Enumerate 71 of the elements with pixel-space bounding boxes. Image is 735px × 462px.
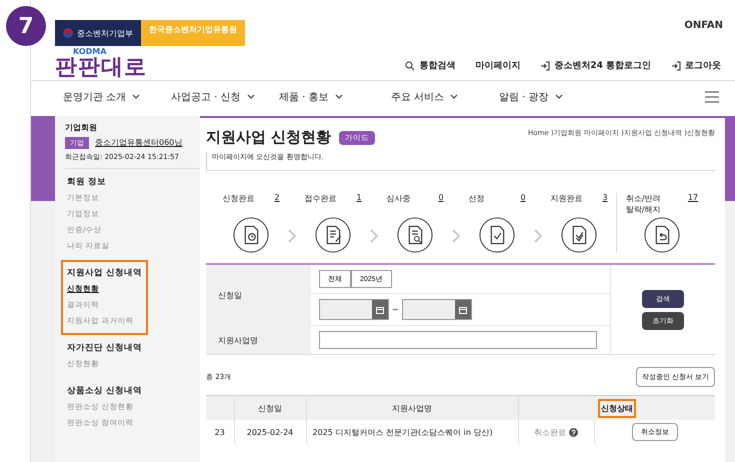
table-cell: 23 <box>206 420 234 444</box>
document-icon <box>315 217 351 253</box>
table-cell: 2025-02-24 <box>234 420 306 444</box>
nav-menu-item[interactable]: 알림 · 광장 <box>499 90 549 104</box>
header-link[interactable]: 마이페이지 <box>475 59 520 72</box>
header-link[interactable]: 로그아웃 <box>685 59 721 72</box>
step-label: 심사중 <box>386 193 412 204</box>
step-count-link[interactable]: 0 <box>520 193 526 202</box>
login-icon <box>671 60 681 70</box>
step-label: 탈락/해지 <box>626 204 662 215</box>
nav-menu-item[interactable]: 사업공고 · 신청 <box>171 90 241 104</box>
date-field[interactable] <box>319 299 389 320</box>
document-icon <box>644 217 680 253</box>
step-label: 신청완료 <box>222 193 256 204</box>
step-label: 접수완료 <box>304 193 338 204</box>
chevron-down-icon <box>246 94 255 100</box>
chevron-right-icon <box>534 229 542 243</box>
filter-label: 신청일 <box>218 290 242 301</box>
document-icon <box>561 217 597 253</box>
help-icon[interactable] <box>569 428 578 436</box>
document-icon <box>397 217 433 253</box>
chevron-right-icon <box>288 229 296 243</box>
table-cell: 2025 디지털커머스 전문기관(소담스퀘어 in 당산) <box>306 420 518 444</box>
member-name-link[interactable]: 중소기업유통센터060님 <box>95 137 191 148</box>
sidebar-section-title: 회원 정보 <box>67 176 107 188</box>
logo-subtitle: KODMA <box>73 47 108 56</box>
chevron-down-icon <box>554 94 563 100</box>
status-text: 취소완료 <box>534 426 566 438</box>
step-count-link[interactable]: 2 <box>274 193 280 202</box>
chevron-down-icon <box>450 94 458 100</box>
date-field[interactable] <box>402 299 472 320</box>
range-separator: ~ <box>392 305 399 314</box>
step-label: 취소/반려 <box>626 193 662 204</box>
step-label: 선정 <box>468 193 486 204</box>
sidebar-section-title: 지원사업 신청내역 <box>67 267 142 279</box>
search-icon <box>405 60 416 70</box>
column-header: 지원사업명 <box>392 404 432 412</box>
header-link[interactable]: 통합검색 <box>419 59 456 72</box>
step-count-link[interactable]: 0 <box>438 193 444 202</box>
calendar-icon <box>376 306 384 314</box>
menu-icon[interactable] <box>705 91 719 103</box>
step-label: 지원완료 <box>550 193 584 204</box>
step-number-badge: 7 <box>6 6 46 46</box>
page-title: 지원사업 신청현황 <box>206 128 332 147</box>
ministry-name: 중소벤처기업부 <box>77 28 133 38</box>
nav-menu-item[interactable]: 주요 서비스 <box>391 90 444 104</box>
brand-logo[interactable]: ONFAN <box>684 20 723 46</box>
filter-label: 지원사업명 <box>218 334 258 346</box>
emblem-icon <box>63 28 73 38</box>
column-header: 신청상태 <box>598 398 636 418</box>
calendar-icon <box>458 306 467 314</box>
chevron-right-icon <box>370 229 378 243</box>
site-logo[interactable]: 판판대로 <box>55 56 147 80</box>
chevron-down-icon <box>334 94 343 100</box>
column-header: 신청일 <box>258 404 282 412</box>
member-type-label: 기업회원 <box>65 122 98 133</box>
program-name-field[interactable] <box>319 331 597 349</box>
step-count-link[interactable]: 17 <box>688 193 698 202</box>
ministry-logo[interactable]: 중소벤처기업부 <box>55 20 141 46</box>
header-link[interactable]: 중소벤처24 통합로그인 <box>554 59 651 72</box>
chevron-down-icon <box>132 94 140 100</box>
sidebar-section-title: 자가진단 신청내역 <box>67 342 142 354</box>
document-icon <box>479 217 515 253</box>
sidebar-section-title: 상품소싱 신청내역 <box>67 385 142 397</box>
nav-menu-item[interactable]: 운영기관 소개 <box>63 90 126 104</box>
document-icon <box>233 217 269 253</box>
login-icon <box>540 60 550 70</box>
step-count-link[interactable]: 1 <box>356 193 362 202</box>
step-count-link[interactable]: 3 <box>602 193 608 202</box>
chevron-right-icon <box>452 229 460 243</box>
nav-menu-item[interactable]: 제품 · 홍보 <box>279 90 329 104</box>
